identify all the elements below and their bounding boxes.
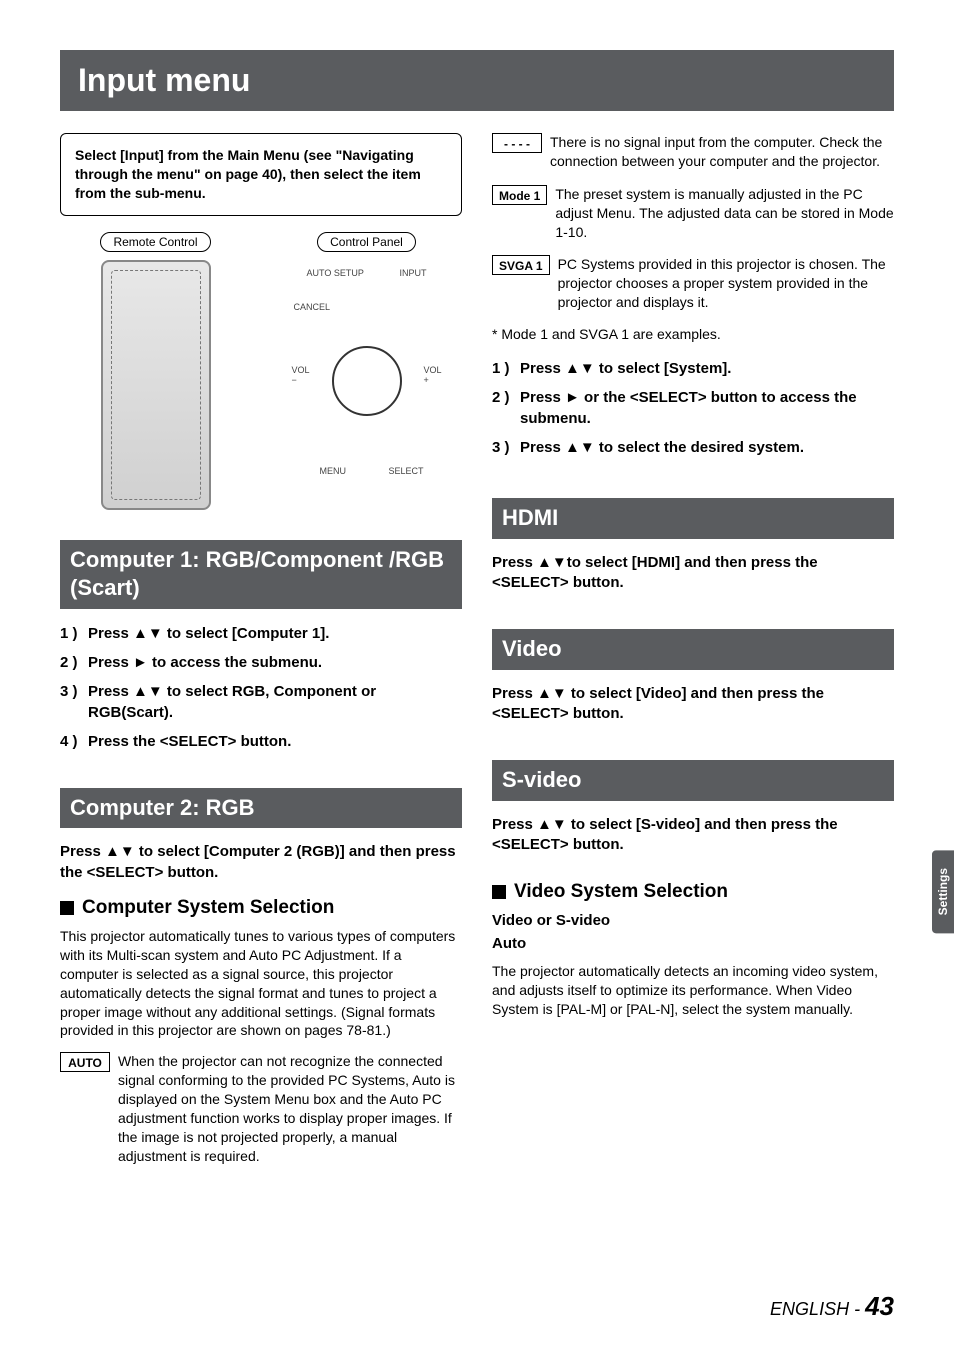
auto-row: AUTO When the projector can not recogniz…	[60, 1052, 462, 1165]
section-video: Video	[492, 629, 894, 670]
control-panel-image: AUTO SETUP INPUT CANCEL VOL − VOL + MENU…	[292, 260, 442, 480]
hdmi-instruction: Press ▲▼to select [HDMI] and then press …	[492, 553, 894, 594]
auto-badge: AUTO	[60, 1052, 110, 1072]
remote-label: Remote Control	[100, 232, 210, 252]
step-text: Press ► or the <SELECT> button to access…	[520, 387, 894, 429]
square-bullet-icon	[492, 885, 506, 899]
svga1-desc: PC Systems provided in this projector is…	[558, 255, 894, 312]
panel-select-label: SELECT	[388, 466, 423, 476]
system-steps: 1 )Press ▲▼ to select [System]. 2 )Press…	[492, 358, 894, 458]
square-bullet-icon	[60, 901, 74, 915]
step-text: Press ▲▼ to select [Computer 1].	[88, 623, 329, 644]
section-hdmi: HDMI	[492, 498, 894, 539]
control-panel-label: Control Panel	[317, 232, 416, 252]
panel-volplus-label: VOL +	[423, 365, 441, 385]
remote-control-image	[101, 260, 211, 510]
vs-heading1: Video or S-video	[492, 911, 894, 931]
left-column: Select [Input] from the Main Menu (see "…	[60, 133, 462, 1180]
dashes-row: - - - - There is no signal input from th…	[492, 133, 894, 171]
page-footer: ENGLISH - 43	[770, 1291, 894, 1322]
subhead-computer-system: Computer System Selection	[60, 897, 462, 919]
step-text: Press the <SELECT> button.	[88, 731, 291, 752]
computer-system-body: This projector automatically tunes to va…	[60, 927, 462, 1040]
right-column: - - - - There is no signal input from th…	[492, 133, 894, 1180]
subhead-text: Video System Selection	[514, 881, 728, 903]
page-title: Input menu	[60, 50, 894, 111]
step-text: Press ▲▼ to select [System].	[520, 358, 731, 379]
svga1-row: SVGA 1 PC Systems provided in this proje…	[492, 255, 894, 312]
panel-dpad-icon	[332, 346, 402, 416]
subhead-text: Computer System Selection	[82, 897, 334, 919]
subhead-video-system: Video System Selection	[492, 881, 894, 903]
video-instruction: Press ▲▼ to select [Video] and then pres…	[492, 684, 894, 725]
dashes-badge: - - - -	[492, 133, 542, 153]
computer1-steps: 1 )Press ▲▼ to select [Computer 1]. 2 )P…	[60, 623, 462, 752]
footer-lang: ENGLISH -	[770, 1299, 865, 1319]
section-computer1: Computer 1: RGB/Component /RGB (Scart)	[60, 540, 462, 609]
mode1-badge: Mode 1	[492, 185, 547, 205]
vs-heading2: Auto	[492, 934, 894, 954]
diagram-row: Remote Control Control Panel AUTO SETUP …	[60, 232, 462, 510]
svga1-badge: SVGA 1	[492, 255, 550, 275]
dashes-desc: There is no signal input from the comput…	[550, 133, 894, 171]
panel-input-label: INPUT	[400, 268, 427, 278]
svideo-instruction: Press ▲▼ to select [S-video] and then pr…	[492, 815, 894, 856]
mode1-row: Mode 1 The preset system is manually adj…	[492, 185, 894, 242]
panel-volminus-label: VOL −	[292, 365, 310, 385]
auto-desc: When the projector can not recognize the…	[118, 1052, 462, 1165]
step-text: Press ▲▼ to select the desired system.	[520, 437, 804, 458]
step-text: Press ▲▼ to select RGB, Component or RGB…	[88, 681, 462, 723]
mode-footnote: * Mode 1 and SVGA 1 are examples.	[492, 326, 894, 342]
footer-page-number: 43	[865, 1291, 894, 1321]
intro-box: Select [Input] from the Main Menu (see "…	[60, 133, 462, 216]
side-tab-settings: Settings	[932, 850, 954, 933]
panel-autosetup-label: AUTO SETUP	[307, 268, 364, 278]
panel-menu-label: MENU	[320, 466, 347, 476]
section-svideo: S-video	[492, 760, 894, 801]
step-text: Press ► to access the submenu.	[88, 652, 322, 673]
vs-body: The projector automatically detects an i…	[492, 962, 894, 1019]
panel-cancel-label: CANCEL	[294, 302, 331, 312]
computer2-instruction: Press ▲▼ to select [Computer 2 (RGB)] an…	[60, 842, 462, 883]
mode1-desc: The preset system is manually adjusted i…	[555, 185, 894, 242]
section-computer2: Computer 2: RGB	[60, 788, 462, 829]
